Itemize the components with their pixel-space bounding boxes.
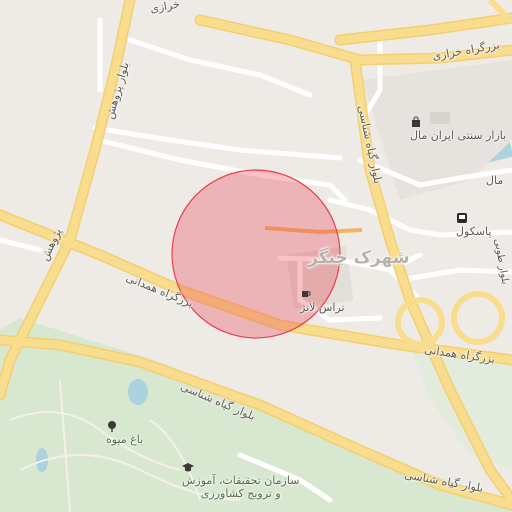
- poi-terrace[interactable]: تراس لانژ: [300, 288, 345, 314]
- poi-station[interactable]: پاسکول: [456, 212, 491, 238]
- shopping-bag-icon: [412, 116, 464, 128]
- poi-bazaar[interactable]: بازار سنتی ایران مال: [410, 116, 506, 142]
- poi-orchard-label: باغ میوه: [106, 433, 144, 446]
- district-label: شهرک چنگر: [308, 248, 410, 268]
- map-canvas[interactable]: خرازی بزرگراه خرازی بلوار پژوهش پژوهش بز…: [0, 0, 512, 512]
- graduation-cap-icon: [182, 462, 247, 474]
- highlight-overlay: [171, 169, 341, 339]
- poi-research-label-1: سازمان تحقیقات، آموزش: [182, 474, 300, 487]
- coffee-cup-icon: [302, 288, 328, 300]
- poi-station-label: پاسکول: [456, 225, 492, 238]
- poi-research-label-2: و ترویج کشاورزی: [200, 487, 281, 500]
- road-label-mall: مال: [486, 174, 504, 187]
- poi-terrace-label: تراس لانژ: [300, 301, 345, 314]
- poi-orchard[interactable]: باغ میوه: [106, 420, 143, 446]
- metro-station-icon: [457, 212, 480, 224]
- poi-research-org[interactable]: سازمان تحقیقات، آموزش و ترویج کشاورزی: [182, 462, 299, 500]
- poi-bazaar-label: بازار سنتی ایران مال: [410, 129, 507, 142]
- tree-icon: [108, 420, 131, 432]
